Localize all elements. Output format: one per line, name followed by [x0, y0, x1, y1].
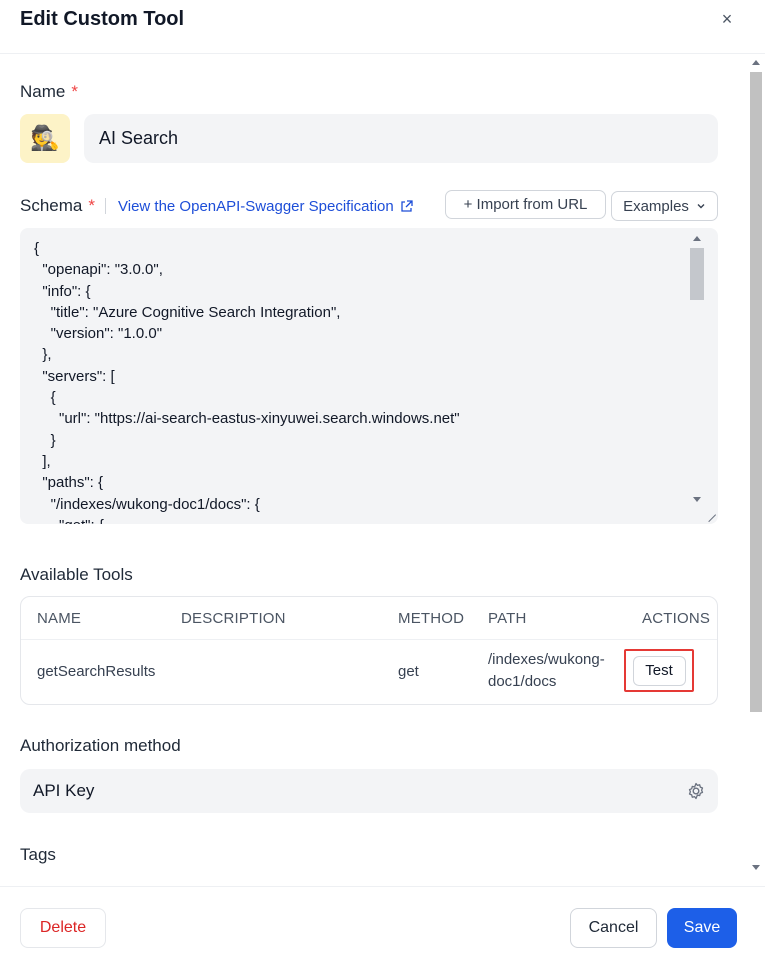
examples-label: Examples	[623, 197, 689, 215]
tool-name-cell: getSearchResults	[37, 663, 156, 680]
examples-dropdown[interactable]: Examples	[611, 191, 718, 221]
column-header-method: METHOD	[398, 610, 465, 627]
divider	[21, 639, 717, 640]
schema-editor[interactable]: { "openapi": "3.0.0", "info": { "title":…	[20, 228, 718, 524]
schema-label: Schema *	[20, 196, 95, 216]
dialog-header: Edit Custom Tool ×	[0, 0, 765, 54]
save-button[interactable]: Save	[667, 908, 737, 948]
dialog-title: Edit Custom Tool	[20, 8, 185, 30]
scroll-down-icon[interactable]	[693, 497, 701, 502]
scroll-thumb[interactable]	[750, 72, 762, 712]
tool-icon-picker[interactable]: 🕵	[20, 114, 70, 163]
schema-code[interactable]: { "openapi": "3.0.0", "info": { "title":…	[34, 238, 704, 524]
editor-scrollbar[interactable]	[690, 232, 704, 520]
openapi-spec-link[interactable]: View the OpenAPI-Swagger Specification	[118, 198, 413, 215]
column-header-description: DESCRIPTION	[181, 610, 286, 627]
column-header-name: NAME	[37, 610, 82, 627]
scroll-down-icon[interactable]	[752, 865, 760, 870]
tool-method-cell: get	[398, 663, 419, 680]
page-scrollbar[interactable]	[748, 54, 765, 876]
close-icon[interactable]: ×	[717, 9, 737, 29]
resize-handle-icon[interactable]	[701, 507, 717, 523]
test-button[interactable]: Test	[632, 655, 686, 686]
available-tools-label: Available Tools	[20, 565, 133, 584]
schema-label-text: Schema	[20, 196, 83, 215]
tools-table: NAME DESCRIPTION METHOD PATH ACTIONS get…	[20, 596, 718, 705]
auth-method-field[interactable]: API Key	[20, 769, 718, 813]
scroll-up-icon[interactable]	[693, 236, 701, 241]
required-mark: *	[88, 196, 95, 215]
tool-path-line: /indexes/wukong-	[488, 651, 605, 668]
gear-icon[interactable]	[686, 781, 706, 801]
column-header-actions: ACTIONS	[642, 610, 711, 627]
scroll-thumb[interactable]	[690, 248, 704, 300]
tags-label: Tags	[20, 845, 56, 864]
test-highlight-box: Test	[624, 649, 694, 692]
import-from-url-button[interactable]: + Import from URL	[445, 190, 606, 219]
tool-name-input[interactable]: AI Search	[84, 114, 718, 163]
tool-path-cell: /indexes/wukong- doc1/docs	[488, 649, 605, 693]
tool-path-line: doc1/docs	[488, 673, 557, 690]
required-mark: *	[71, 82, 78, 101]
column-header-path: PATH	[488, 610, 527, 627]
openapi-spec-link-text: View the OpenAPI-Swagger Specification	[118, 197, 394, 215]
delete-button[interactable]: Delete	[20, 908, 106, 948]
scroll-up-icon[interactable]	[752, 60, 760, 65]
auth-method-label: Authorization method	[20, 736, 181, 755]
divider	[105, 198, 106, 214]
name-label: Name *	[20, 82, 78, 102]
external-link-icon	[401, 199, 413, 212]
detective-emoji-icon: 🕵	[30, 125, 60, 152]
schema-row: Schema * View the OpenAPI-Swagger Specifi…	[20, 192, 413, 220]
dialog-footer: Delete Cancel Save	[0, 886, 765, 969]
chevron-down-icon	[697, 204, 705, 209]
name-label-text: Name	[20, 82, 66, 101]
cancel-button[interactable]: Cancel	[570, 908, 657, 948]
